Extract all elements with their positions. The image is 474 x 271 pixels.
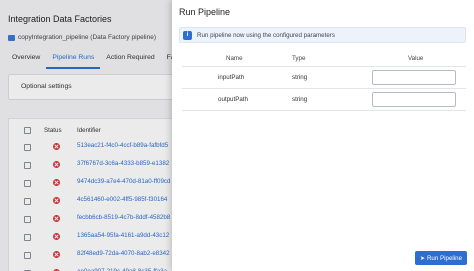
info-text: Run pipeline now using the configured pa… [197,32,335,39]
info-banner: i Run pipeline now using the configured … [179,27,466,43]
parameters-grid: inputPath string outputPath string [182,66,466,111]
run-pipeline-button[interactable]: ➤ Run Pipeline [415,251,467,265]
param-row: outputPath string [182,89,466,111]
param-type: string [292,74,308,81]
send-icon: ➤ [419,255,425,262]
info-icon: i [183,31,192,40]
param-header-name: Name [226,55,243,62]
param-name: inputPath [218,74,245,81]
param-name: outputPath [218,96,248,103]
param-header-value: Value [408,55,424,62]
param-type: string [292,96,308,103]
param-header-type: Type [292,55,306,62]
drawer-title: Run Pipeline [179,7,231,17]
output-path-field[interactable] [372,92,456,107]
run-pipeline-label: Run Pipeline [426,254,463,262]
run-pipeline-drawer: Run Pipeline i Run pipeline now using th… [172,0,474,271]
param-row: inputPath string [182,67,466,89]
input-path-field[interactable] [372,70,456,85]
